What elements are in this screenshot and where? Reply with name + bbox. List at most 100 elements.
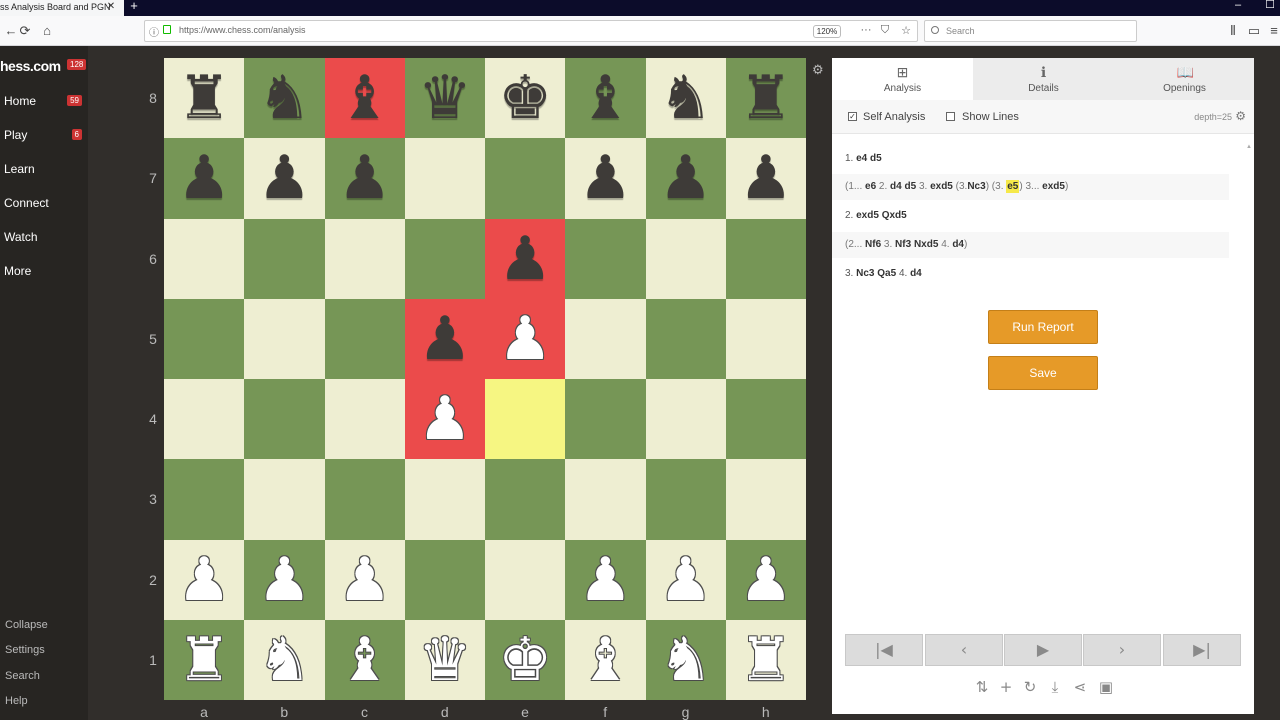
move[interactable]: exd5 [930,181,953,192]
square-e3[interactable] [485,459,566,540]
share-icon[interactable]: ⋖ [1070,678,1090,696]
previous-move-button[interactable]: ‹ [925,634,1003,666]
self-analysis-checkbox[interactable]: ✓ [848,112,857,121]
black-pawn-icon[interactable]: ♟ [565,138,645,218]
square-d6[interactable] [404,218,485,299]
square-h5[interactable] [725,298,806,379]
move-white[interactable]: e4 [856,153,867,164]
move[interactable]: exd5 [1042,181,1065,192]
square-h6[interactable] [725,218,806,299]
square-e7[interactable] [485,138,566,219]
chess-board[interactable]: ♜ ♞ ♝ ♛ ♚ ♝ ♞ ♜ ♟ ♟ ♟ ♟ ♟ ♟ ♟ ♟ ♟ ♟ ♟ ♟ ♟ ♟ ♟ ♟ ♜ ♞ ♝ ♛ ♚ ♝ ♞ ♜ [164,58,806,700]
run-report-button[interactable]: Run Report [988,310,1098,344]
page-actions-icon[interactable]: ··· [859,24,873,36]
white-pawn-icon[interactable]: ♟ [565,540,645,620]
square-b5[interactable] [244,298,325,379]
move-black[interactable]: Qa5 [877,268,896,279]
black-rook-icon[interactable]: ♜ [726,58,806,138]
save-button[interactable]: Save [988,356,1098,390]
analysis-settings-gear-icon[interactable]: ⚙ [1235,109,1246,123]
white-pawn-icon[interactable]: ♟ [325,540,405,620]
square-a5[interactable] [164,298,245,379]
white-pawn-icon[interactable]: ♟ [405,379,485,459]
move[interactable]: d4 [952,239,964,250]
chess-logo[interactable]: hess.com [0,58,61,74]
square-d3[interactable] [404,459,485,540]
black-pawn-icon[interactable]: ♟ [726,138,806,218]
sidebar-item-connect[interactable]: Connect [4,192,88,214]
black-rook-icon[interactable]: ♜ [164,58,244,138]
close-tab-icon[interactable]: ✕ [104,0,118,14]
square-a6[interactable] [164,218,245,299]
white-knight-icon[interactable]: ♞ [244,620,324,700]
sidebar-item-watch[interactable]: Watch [4,226,88,248]
zoom-level[interactable]: 120% [813,25,841,38]
url-bar[interactable]: ⓘ https://www.chess.com/analysis 120% ··… [144,20,918,42]
white-queen-icon[interactable]: ♛ [405,620,485,700]
maximize-icon[interactable]: ☐ [1260,0,1280,11]
square-b6[interactable] [244,218,325,299]
black-pawn-icon[interactable]: ♟ [405,299,485,379]
white-bishop-icon[interactable]: ♝ [565,620,645,700]
reset-icon[interactable]: ↻ [1020,678,1040,696]
board-image-icon[interactable]: ▣ [1096,678,1116,696]
library-icon[interactable]: ⦀ [1225,23,1241,39]
sidebar-item-more[interactable]: More [4,260,88,282]
square-f3[interactable] [565,459,646,540]
move[interactable]: e6 [865,181,876,192]
square-e2[interactable] [485,539,566,620]
tab-analysis[interactable]: ⊞ Analysis [832,58,973,100]
new-tab-button[interactable]: + [127,0,141,14]
sidebar-item-learn[interactable]: Learn [4,158,88,180]
move-white[interactable]: d4 [910,268,922,279]
sidebar-search[interactable]: Search [5,670,85,682]
square-e4[interactable] [485,379,566,460]
show-lines-label[interactable]: Show Lines [962,111,1019,123]
move[interactable]: Nxd5 [914,239,938,250]
move[interactable]: Nc3 [967,181,985,192]
square-c3[interactable] [324,459,405,540]
play-button[interactable]: ▶ [1004,634,1082,666]
white-king-icon[interactable]: ♚ [485,620,565,700]
sidebar-help[interactable]: Help [5,695,85,707]
black-pawn-icon[interactable]: ♟ [244,138,324,218]
menu-icon[interactable]: ≡ [1266,23,1280,39]
square-f6[interactable] [565,218,646,299]
move-white[interactable]: exd5 [856,210,879,221]
tab-openings[interactable]: 📖 Openings [1114,58,1255,100]
move[interactable]: d4 [890,181,902,192]
black-pawn-icon[interactable]: ♟ [164,138,244,218]
self-analysis-label[interactable]: Self Analysis [863,111,925,123]
square-c6[interactable] [324,218,405,299]
sidebar-item-home[interactable]: Home 59 [4,90,88,112]
sidebar-collapse[interactable]: Collapse [5,619,85,631]
square-h4[interactable] [725,379,806,460]
square-b4[interactable] [244,379,325,460]
black-pawn-icon[interactable]: ♟ [646,138,726,218]
move[interactable]: d5 [905,181,917,192]
download-icon[interactable]: ⤓ [1045,678,1065,696]
square-a3[interactable] [164,459,245,540]
move-black[interactable]: Qxd5 [882,210,907,221]
browser-tab[interactable]: ss Analysis Board and PGN ✕ [0,0,124,16]
square-f5[interactable] [565,298,646,379]
tab-details[interactable]: ℹ Details [973,58,1114,100]
square-a4[interactable] [164,379,245,460]
square-g3[interactable] [645,459,726,540]
current-move[interactable]: e5 [1006,180,1020,193]
square-h3[interactable] [725,459,806,540]
square-f4[interactable] [565,379,646,460]
square-c5[interactable] [324,298,405,379]
black-bishop-icon[interactable]: ♝ [325,58,405,138]
scroll-up-icon[interactable]: ▲ [1246,144,1252,150]
last-move-button[interactable]: ▶| [1163,634,1241,666]
black-knight-icon[interactable]: ♞ [244,58,324,138]
bookmark-star-icon[interactable]: ☆ [899,24,913,37]
black-queen-icon[interactable]: ♛ [405,58,485,138]
home-icon[interactable]: ⌂ [39,23,55,39]
white-pawn-icon[interactable]: ♟ [485,299,565,379]
white-knight-icon[interactable]: ♞ [646,620,726,700]
search-input[interactable]: Search [924,20,1137,42]
site-info-icon[interactable]: ⓘ [149,24,159,39]
white-pawn-icon[interactable]: ♟ [726,540,806,620]
